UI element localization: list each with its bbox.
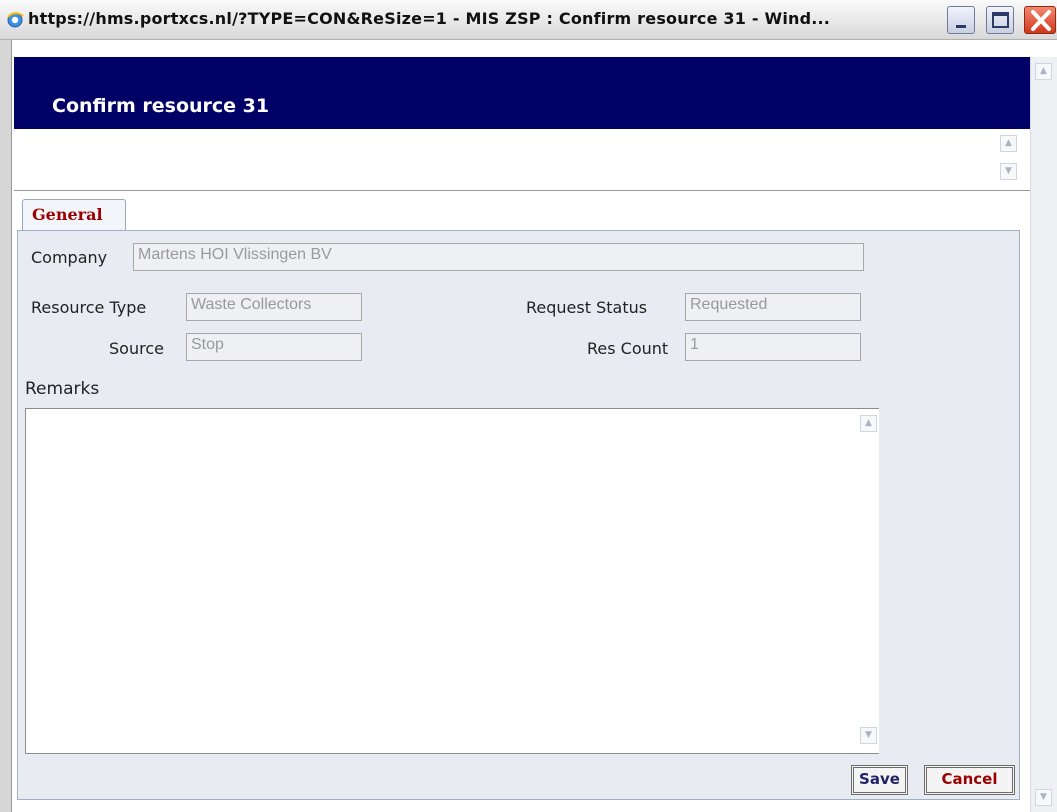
page-header: Confirm resource 31 <box>14 57 1030 129</box>
window-left-frame <box>0 40 12 812</box>
resource-type-field[interactable]: Waste Collectors <box>186 293 362 321</box>
message-scroll-up-icon[interactable]: ▲ <box>1000 135 1017 152</box>
remarks-scrollbar[interactable]: ▲ ▼ <box>860 409 879 753</box>
window-titlebar[interactable]: https://hms.portxcs.nl/?TYPE=CON&ReSize=… <box>0 0 1057 40</box>
scroll-down-arrow-icon[interactable]: ▼ <box>1035 789 1052 806</box>
message-scroll-down-icon[interactable]: ▼ <box>1000 163 1017 180</box>
save-button[interactable]: Save <box>851 765 908 795</box>
res-count-label: Res Count <box>587 339 669 358</box>
close-icon <box>1031 10 1051 31</box>
source-field[interactable]: Stop <box>186 333 362 361</box>
maximize-button[interactable] <box>986 6 1014 34</box>
minimize-icon <box>956 25 966 28</box>
tab-general[interactable]: General <box>22 199 126 231</box>
source-label: Source <box>109 339 164 358</box>
message-area: ▲ ▼ <box>14 129 1030 191</box>
remarks-scroll-down-icon[interactable]: ▼ <box>860 727 877 744</box>
minimize-button[interactable] <box>947 6 975 34</box>
internet-explorer-icon <box>7 12 24 28</box>
close-button[interactable] <box>1024 6 1056 34</box>
request-status-field[interactable]: Requested <box>685 293 861 321</box>
remarks-textarea[interactable]: ▲ ▼ <box>25 408 879 754</box>
company-label: Company <box>31 248 108 267</box>
page-scrollbar[interactable]: ▲ ▼ <box>1030 57 1057 812</box>
maximize-icon <box>992 12 1009 28</box>
cancel-button[interactable]: Cancel <box>924 765 1015 795</box>
remarks-scroll-up-icon[interactable]: ▲ <box>860 415 877 432</box>
scroll-up-arrow-icon[interactable]: ▲ <box>1035 63 1052 80</box>
window-title: https://hms.portxcs.nl/?TYPE=CON&ReSize=… <box>28 9 831 28</box>
company-field[interactable]: Martens HOI Vlissingen BV <box>133 243 864 271</box>
request-status-label: Request Status <box>526 298 648 317</box>
res-count-field[interactable]: 1 <box>685 333 861 361</box>
page-title: Confirm resource 31 <box>52 95 270 117</box>
resource-type-label: Resource Type <box>31 298 147 317</box>
tab-general-label: General <box>32 205 103 224</box>
remarks-label: Remarks <box>25 379 100 399</box>
